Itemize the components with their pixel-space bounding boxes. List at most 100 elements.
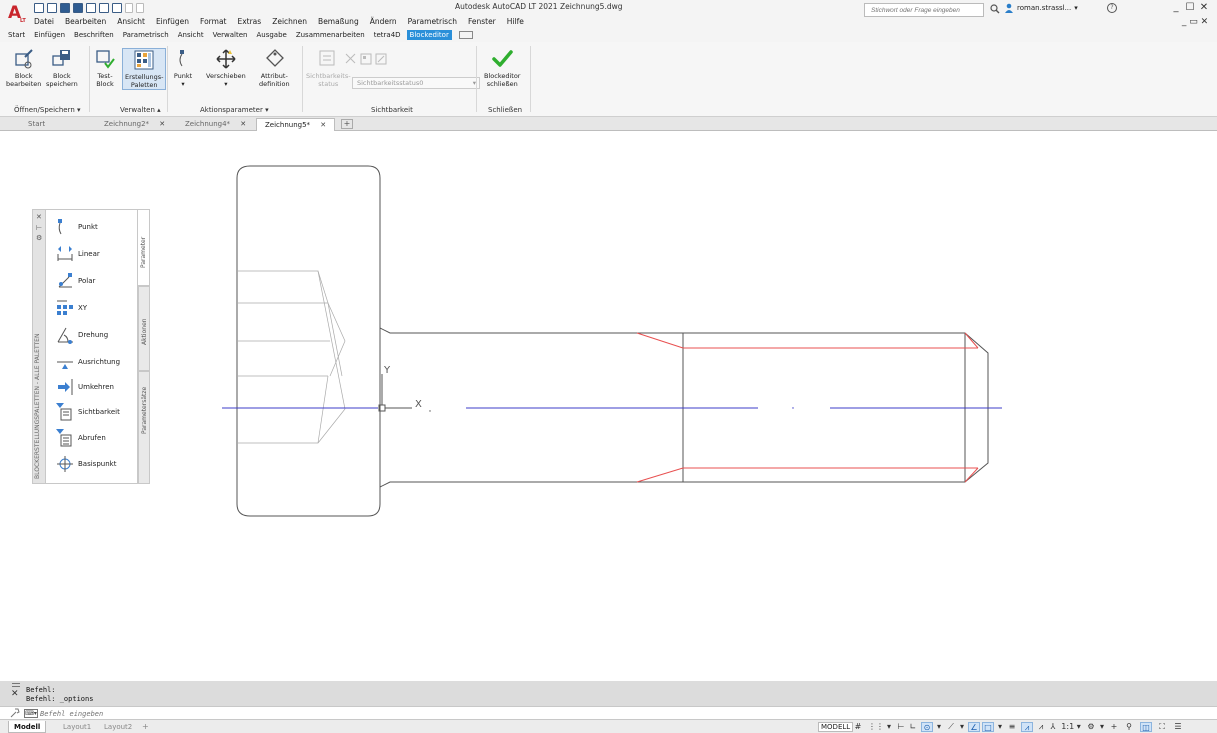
panel-title-oeffnen-speichern[interactable]: Öffnen/Speichern ▾ — [14, 106, 81, 114]
attribut-definition-button[interactable]: Attribut- definition — [259, 48, 290, 88]
palette-item-sichtbarkeit[interactable]: Sichtbarkeit — [56, 403, 120, 421]
object-snap-tracking-icon[interactable]: ∠ — [968, 722, 980, 732]
menu-ansicht[interactable]: Ansicht — [117, 17, 145, 26]
doc-tab-zeichnung4[interactable]: Zeichnung4* ✕ — [177, 118, 254, 131]
make-invisible-icon[interactable] — [375, 53, 387, 65]
palette-tab-parametersaetze[interactable]: Parametersätze — [138, 371, 150, 484]
redo-icon[interactable] — [136, 3, 144, 13]
doc-tab-start[interactable]: Start — [20, 118, 53, 131]
document-window-controls[interactable]: _ ▭ ✕ — [1178, 17, 1212, 27]
ribbon-tab-start[interactable]: Start — [5, 30, 28, 40]
palette-title-strip[interactable]: ✕ ⊢ ⚙ BLOCKERSTELLUNGSPALETTEN - ALLE PA… — [32, 209, 46, 484]
ribbon-tab-ausgabe[interactable]: Ausgabe — [253, 30, 289, 40]
close-icon[interactable]: ✕ — [240, 120, 246, 128]
close-icon[interactable]: ✕ — [159, 120, 165, 128]
model-space-button[interactable]: MODELL — [818, 722, 854, 732]
ribbon-tab-beschriften[interactable]: Beschriften — [71, 30, 117, 40]
menu-hilfe[interactable]: Hilfe — [507, 17, 524, 26]
palette-item-punkt[interactable]: Punkt — [56, 218, 98, 236]
menu-einfuegen[interactable]: Einfügen — [156, 17, 189, 26]
palette-settings-icon[interactable]: ⚙ — [36, 234, 42, 242]
menu-parametrisch[interactable]: Parametrisch — [408, 17, 457, 26]
save-icon[interactable] — [60, 3, 70, 13]
annotation-visibility-icon[interactable]: ⩘ — [1021, 722, 1033, 732]
ribbon-tab-parametrisch[interactable]: Parametrisch — [120, 30, 172, 40]
blockeditor-schliessen-button[interactable]: Blockeditor schließen — [484, 48, 520, 88]
ribbon-tab-tetra4d[interactable]: tetra4D — [371, 30, 404, 40]
chevron-down-icon[interactable]: ▾ — [1098, 722, 1106, 732]
verschieben-button[interactable]: Verschieben ▾ — [206, 48, 246, 88]
menu-bearbeiten[interactable]: Bearbeiten — [65, 17, 106, 26]
plus-icon[interactable]: + — [1108, 722, 1120, 732]
palette-item-basispunkt[interactable]: Basispunkt — [56, 455, 116, 473]
print-icon[interactable] — [112, 3, 122, 13]
panel-title-aktionsparameter[interactable]: Aktionsparameter ▾ — [200, 106, 269, 114]
drawing-area[interactable]: Y X — [0, 131, 1217, 681]
chevron-down-icon[interactable]: ▾ — [885, 722, 893, 732]
new-tab-button[interactable]: + — [341, 119, 353, 129]
lineweight-icon[interactable]: ≡ — [1006, 722, 1018, 732]
close-icon[interactable]: ✕ — [11, 689, 19, 699]
palette-item-linear[interactable]: Linear — [56, 245, 100, 263]
user-account[interactable]: roman.strassl... ▾ — [1004, 3, 1078, 13]
ribbon-tab-verwalten[interactable]: Verwalten — [210, 30, 251, 40]
undo-icon[interactable] — [125, 3, 133, 13]
ribbon-tab-einfuegen[interactable]: Einfügen — [31, 30, 68, 40]
drag-handle-icon[interactable] — [12, 683, 20, 687]
menu-extras[interactable]: Extras — [237, 17, 261, 26]
add-layout-button[interactable]: + — [142, 722, 152, 731]
doc-tab-zeichnung5[interactable]: Zeichnung5* ✕ — [256, 118, 336, 131]
chevron-down-icon[interactable]: ▾ — [996, 722, 1004, 732]
plot-icon[interactable] — [99, 3, 109, 13]
palette-item-umkehren[interactable]: Umkehren — [56, 378, 114, 396]
publish-icon[interactable] — [86, 3, 96, 13]
polar-tracking-icon[interactable]: ⊙ — [921, 722, 933, 732]
infer-constraints-icon[interactable]: ⊢ — [896, 722, 906, 732]
layout-tab-layout2[interactable]: Layout2 — [99, 721, 137, 733]
palette-item-abrufen[interactable]: Abrufen — [56, 429, 106, 447]
annotation-scale-icon[interactable]: ⅄ — [1048, 722, 1058, 732]
object-snap-icon[interactable]: □ — [982, 722, 994, 732]
ortho-icon[interactable]: ∟ — [908, 722, 918, 732]
dropdown-chevron-icon[interactable]: ▾ — [181, 80, 184, 88]
isolate-objects-icon[interactable]: ◫ — [1140, 722, 1152, 732]
sichtbarkeits-status-button[interactable]: Sichtbarkeits- status — [306, 48, 351, 88]
punkt-button[interactable]: Punkt ▾ — [172, 48, 194, 88]
layout-tab-modell[interactable]: Modell — [8, 721, 47, 733]
dropdown-chevron-icon[interactable]: ▾ — [224, 80, 227, 88]
menu-zeichnen[interactable]: Zeichnen — [272, 17, 307, 26]
test-block-button[interactable]: Test- Block — [94, 48, 116, 88]
menu-format[interactable]: Format — [200, 17, 226, 26]
units-icon[interactable]: ⚲ — [1123, 722, 1135, 732]
isodraft-icon[interactable]: ⟋ — [946, 722, 956, 732]
ribbon-tab-ansicht[interactable]: Ansicht — [175, 30, 207, 40]
ribbon-toggle-icon[interactable] — [458, 31, 473, 39]
save-as-icon[interactable] — [73, 3, 83, 13]
clean-screen-icon[interactable]: ⛶ — [1156, 722, 1168, 732]
open-file-icon[interactable] — [47, 3, 57, 13]
palette-autohide-icon[interactable]: ⊢ — [36, 224, 42, 232]
close-icon[interactable]: ✕ — [320, 121, 326, 129]
grid-icon[interactable]: # — [852, 722, 864, 732]
erstellungs-paletten-button[interactable]: Erstellungs- Paletten — [122, 48, 167, 90]
layout-tab-layout1[interactable]: Layout1 — [58, 721, 96, 733]
palette-tab-parameter[interactable]: Parameter — [138, 209, 150, 286]
ribbon-tab-blockeditor[interactable]: Blockeditor — [406, 30, 452, 40]
doc-tab-zeichnung2[interactable]: Zeichnung2* ✕ — [96, 118, 173, 131]
palette-tab-aktionen[interactable]: Aktionen — [138, 286, 150, 371]
menu-datei[interactable]: Datei — [34, 17, 54, 26]
workspace-gear-icon[interactable]: ⚙ — [1085, 722, 1097, 732]
palette-item-polar[interactable]: Polar — [56, 272, 95, 290]
annotation-autoscale-icon[interactable]: ⩘ — [1036, 722, 1046, 732]
chevron-down-icon[interactable]: ▾ — [958, 722, 966, 732]
visibility-state-select[interactable]: Sichtbarkeitsstatus0 ▾ — [352, 77, 480, 89]
command-input[interactable] — [40, 708, 940, 719]
help-icon[interactable]: ? — [1107, 3, 1117, 13]
visibility-mode-icon[interactable] — [345, 53, 357, 65]
palette-item-ausrichtung[interactable]: Ausrichtung — [56, 353, 120, 371]
palette-item-xy[interactable]: XY — [56, 299, 87, 317]
palette-close-icon[interactable]: ✕ — [36, 213, 42, 221]
annotation-scale-value[interactable]: 1:1 ▾ — [1060, 722, 1082, 732]
block-bearbeiten-button[interactable]: Block bearbeiten — [6, 48, 41, 88]
menu-fenster[interactable]: Fenster — [468, 17, 496, 26]
